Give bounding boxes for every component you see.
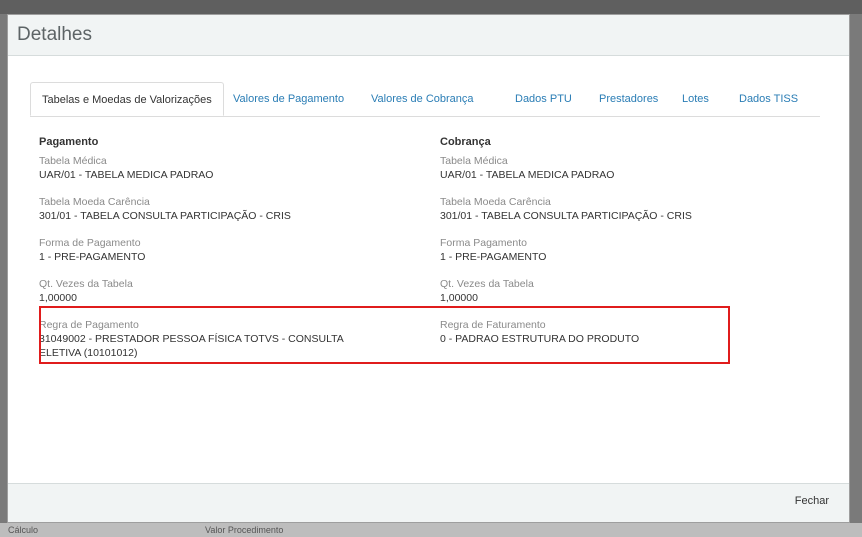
field-label: Forma Pagamento xyxy=(440,237,527,249)
field-value: 301/01 - TABELA CONSULTA PARTICIPAÇÃO - … xyxy=(440,210,692,222)
pagamento-forma-pagamento: Forma de Pagamento 1 - PRE-PAGAMENTO xyxy=(39,237,399,277)
modal-header: Detalhes xyxy=(8,15,849,56)
modal-footer: Fechar xyxy=(8,483,849,522)
backdrop-top-bar xyxy=(0,0,862,14)
tab-valores-cobranca[interactable]: Valores de Cobrança xyxy=(371,82,474,116)
pagamento-heading: Pagamento xyxy=(39,136,99,148)
field-label: Tabela Médica xyxy=(39,155,107,167)
field-value: UAR/01 - TABELA MEDICA PADRAO xyxy=(440,169,615,181)
field-value: 1,00000 xyxy=(39,292,77,304)
modal-body: Tabelas e Moedas de Valorizações Valores… xyxy=(8,56,849,484)
details-modal: Detalhes Tabelas e Moedas de Valorizaçõe… xyxy=(7,14,850,523)
tab-prestadores[interactable]: Prestadores xyxy=(599,82,658,116)
tab-tabelas-moedas[interactable]: Tabelas e Moedas de Valorizações xyxy=(30,82,224,116)
backdrop-bottom-bar: Cálculo Valor Procedimento xyxy=(0,523,862,537)
backdrop-footer-right: Valor Procedimento xyxy=(205,525,284,535)
field-label: Tabela Moeda Carência xyxy=(39,196,150,208)
field-value: 1,00000 xyxy=(440,292,478,304)
field-value: 1 - PRE-PAGAMENTO xyxy=(39,251,146,263)
close-button[interactable]: Fechar xyxy=(795,495,829,507)
field-value: 301/01 - TABELA CONSULTA PARTICIPAÇÃO - … xyxy=(39,210,291,222)
modal-title: Detalhes xyxy=(17,24,92,45)
field-value: UAR/01 - TABELA MEDICA PADRAO xyxy=(39,169,214,181)
pagamento-tabela-moeda-carencia: Tabela Moeda Carência 301/01 - TABELA CO… xyxy=(39,196,399,236)
field-label: Forma de Pagamento xyxy=(39,237,141,249)
tab-dados-tiss[interactable]: Dados TISS xyxy=(739,82,798,116)
pagamento-tabela-medica: Tabela Médica UAR/01 - TABELA MEDICA PAD… xyxy=(39,155,399,195)
field-label: Tabela Médica xyxy=(440,155,508,167)
cobranca-tabela-medica: Tabela Médica UAR/01 - TABELA MEDICA PAD… xyxy=(440,155,800,195)
backdrop-footer-left: Cálculo xyxy=(8,525,39,535)
field-label: Qt. Vezes da Tabela xyxy=(39,278,133,290)
cobranca-forma-pagamento: Forma Pagamento 1 - PRE-PAGAMENTO xyxy=(440,237,800,277)
highlight-box xyxy=(39,306,730,364)
field-label: Tabela Moeda Carência xyxy=(440,196,551,208)
tab-lotes[interactable]: Lotes xyxy=(682,82,709,116)
field-value: 1 - PRE-PAGAMENTO xyxy=(440,251,547,263)
cobranca-tabela-moeda-carencia: Tabela Moeda Carência 301/01 - TABELA CO… xyxy=(440,196,800,236)
cobranca-heading: Cobrança xyxy=(440,136,491,148)
tab-bar: Tabelas e Moedas de Valorizações Valores… xyxy=(30,82,820,117)
field-label: Qt. Vezes da Tabela xyxy=(440,278,534,290)
tab-dados-ptu[interactable]: Dados PTU xyxy=(515,82,572,116)
tab-valores-pagamento[interactable]: Valores de Pagamento xyxy=(233,82,344,116)
